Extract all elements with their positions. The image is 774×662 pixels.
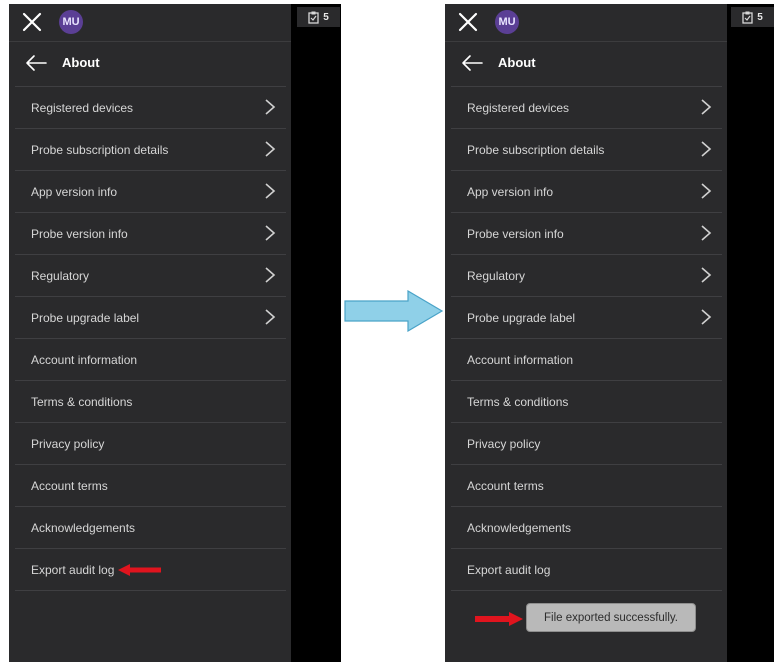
page-header: About xyxy=(445,41,727,85)
chevron-right-icon xyxy=(701,309,712,325)
menu-item-label: Export audit log xyxy=(31,563,115,577)
menu-item-label: Privacy policy xyxy=(31,437,105,451)
menu-item-label: Terms & conditions xyxy=(31,395,133,409)
screen-after: MU About Registered devices Probe subscr… xyxy=(445,4,727,662)
screen-edge xyxy=(727,4,774,662)
menu-item-terms-conditions[interactable]: Terms & conditions xyxy=(451,380,722,422)
menu-item-label: App version info xyxy=(467,185,554,199)
back-arrow-icon[interactable] xyxy=(461,54,483,72)
avatar[interactable]: MU xyxy=(59,10,83,34)
transition-arrow-icon xyxy=(344,290,444,332)
menu-item-label: Acknowledgements xyxy=(31,521,136,535)
close-icon[interactable] xyxy=(21,11,43,33)
avatar[interactable]: MU xyxy=(495,10,519,34)
menu-item-account-information[interactable]: Account information xyxy=(15,338,286,380)
red-arrow-icon xyxy=(475,612,523,626)
menu-item-probe-upgrade-label[interactable]: Probe upgrade label xyxy=(451,296,722,338)
notification-badge[interactable]: 5 xyxy=(731,7,774,27)
menu-item-probe-upgrade-label[interactable]: Probe upgrade label xyxy=(15,296,286,338)
chevron-right-icon xyxy=(265,267,276,283)
clipboard-icon xyxy=(742,11,753,24)
chevron-right-icon xyxy=(701,225,712,241)
menu-item-label: Export audit log xyxy=(467,563,551,577)
toast-message: File exported successfully. xyxy=(526,603,696,632)
menu-item-label: Probe subscription details xyxy=(31,143,169,157)
menu-item-registered-devices[interactable]: Registered devices xyxy=(451,86,722,128)
menu-item-probe-version-info[interactable]: Probe version info xyxy=(15,212,286,254)
menu-item-label: Account information xyxy=(31,353,138,367)
notification-count: 5 xyxy=(757,11,763,23)
menu-item-label: Privacy policy xyxy=(467,437,541,451)
menu-item-acknowledgements[interactable]: Acknowledgements xyxy=(451,506,722,548)
menu-item-probe-version-info[interactable]: Probe version info xyxy=(451,212,722,254)
chevron-right-icon xyxy=(701,183,712,199)
menu-item-acknowledgements[interactable]: Acknowledgements xyxy=(15,506,286,548)
close-icon[interactable] xyxy=(457,11,479,33)
menu-item-account-information[interactable]: Account information xyxy=(451,338,722,380)
chevron-right-icon xyxy=(265,141,276,157)
menu-item-label: Account terms xyxy=(467,479,544,493)
clipboard-icon xyxy=(308,11,319,24)
menu-item-privacy-policy[interactable]: Privacy policy xyxy=(451,422,722,464)
menu-item-regulatory[interactable]: Regulatory xyxy=(15,254,286,296)
chevron-right-icon xyxy=(701,141,712,157)
menu-item-label: Registered devices xyxy=(31,101,134,115)
menu-item-label: Acknowledgements xyxy=(467,521,572,535)
chevron-right-icon xyxy=(265,225,276,241)
screen-edge xyxy=(291,4,341,662)
notification-badge[interactable]: 5 xyxy=(297,7,340,27)
about-menu: Registered devices Probe subscription de… xyxy=(15,86,286,591)
menu-item-probe-subscription-details[interactable]: Probe subscription details xyxy=(451,128,722,170)
menu-item-label: Account terms xyxy=(31,479,108,493)
chevron-right-icon xyxy=(265,183,276,199)
menu-item-registered-devices[interactable]: Registered devices xyxy=(15,86,286,128)
page-title: About xyxy=(498,55,536,70)
menu-item-label: Registered devices xyxy=(467,101,570,115)
menu-item-label: Terms & conditions xyxy=(467,395,569,409)
page-header: About xyxy=(9,41,291,85)
back-arrow-icon[interactable] xyxy=(25,54,47,72)
menu-item-label: Regulatory xyxy=(467,269,526,283)
red-arrow-icon xyxy=(118,564,161,576)
menu-item-label: Probe upgrade label xyxy=(467,311,576,325)
menu-item-export-audit-log[interactable]: Export audit log xyxy=(451,548,722,591)
top-bar: MU xyxy=(9,4,291,42)
notification-count: 5 xyxy=(323,11,329,23)
menu-item-app-version-info[interactable]: App version info xyxy=(451,170,722,212)
menu-item-label: Account information xyxy=(467,353,574,367)
menu-item-probe-subscription-details[interactable]: Probe subscription details xyxy=(15,128,286,170)
top-bar: MU xyxy=(445,4,727,42)
chevron-right-icon xyxy=(701,267,712,283)
about-menu: Registered devices Probe subscription de… xyxy=(451,86,722,591)
menu-item-label: Regulatory xyxy=(31,269,90,283)
menu-item-label: Probe upgrade label xyxy=(31,311,140,325)
menu-item-label: Probe version info xyxy=(31,227,128,241)
menu-item-terms-conditions[interactable]: Terms & conditions xyxy=(15,380,286,422)
menu-item-privacy-policy[interactable]: Privacy policy xyxy=(15,422,286,464)
menu-item-label: App version info xyxy=(31,185,118,199)
chevron-right-icon xyxy=(701,99,712,115)
menu-item-app-version-info[interactable]: App version info xyxy=(15,170,286,212)
menu-item-label: Probe version info xyxy=(467,227,564,241)
menu-item-label: Probe subscription details xyxy=(467,143,605,157)
menu-item-account-terms[interactable]: Account terms xyxy=(15,464,286,506)
chevron-right-icon xyxy=(265,309,276,325)
menu-item-account-terms[interactable]: Account terms xyxy=(451,464,722,506)
chevron-right-icon xyxy=(265,99,276,115)
page-title: About xyxy=(62,55,100,70)
menu-item-regulatory[interactable]: Regulatory xyxy=(451,254,722,296)
